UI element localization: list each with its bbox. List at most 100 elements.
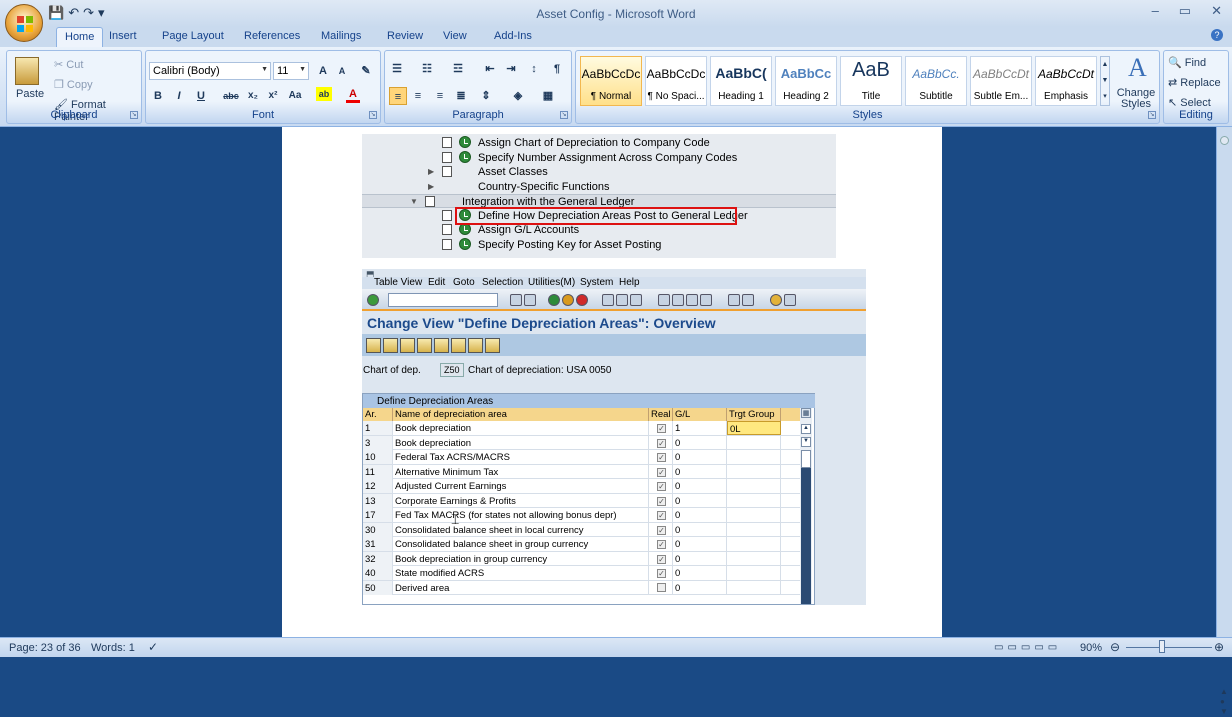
styles-scroll-icon[interactable]: ▲ ▼ ▾ xyxy=(1100,56,1110,106)
tab-view[interactable]: View xyxy=(443,29,467,43)
style-subtitle[interactable]: AaBbCc. Subtitle xyxy=(905,56,967,106)
copy-button[interactable]: ❐ Copy xyxy=(54,78,93,91)
tab-mailings[interactable]: Mailings xyxy=(321,29,361,43)
style-heading-2[interactable]: AaBbCc Heading 2 xyxy=(775,56,837,106)
select-button[interactable]: ↖ Select xyxy=(1168,96,1211,109)
cell-name: Book depreciation xyxy=(393,435,649,450)
borders-icon[interactable]: ▦ xyxy=(539,87,557,105)
tree-label: Specify Posting Key for Asset Posting xyxy=(478,239,662,251)
underline-icon[interactable]: U xyxy=(192,87,210,105)
bullets-icon[interactable]: ☰ xyxy=(388,60,406,78)
zoom-slider-handle[interactable] xyxy=(1159,640,1165,653)
cell-ar: 31 xyxy=(363,537,393,551)
prev-page-icon xyxy=(672,294,684,306)
real-checkbox: ✓ xyxy=(657,482,666,491)
show-formatting-icon[interactable]: ¶ xyxy=(548,60,566,78)
font-name-combo[interactable]: Calibri (Body) ▼ xyxy=(149,62,271,80)
ruler-toggle-icon[interactable] xyxy=(1220,136,1229,145)
page-count[interactable]: Page: 23 of 36 xyxy=(9,642,81,654)
cut-button[interactable]: ✂ Cut xyxy=(54,58,83,71)
word-count[interactable]: Words: 1 xyxy=(91,642,135,654)
view-buttons-icon[interactable]: ▭▭▭▭▭ xyxy=(994,642,1061,653)
scroll-up-icon: ▲ xyxy=(801,424,811,434)
tab-references[interactable]: References xyxy=(244,29,300,43)
highlight-icon[interactable]: ab xyxy=(316,87,332,101)
style-emphasis[interactable]: AaBbCcDt Emphasis xyxy=(1035,56,1097,106)
close-button[interactable]: ✕ xyxy=(1211,3,1222,19)
style-subtle-emphasis[interactable]: AaBbCcDt Subtle Em... xyxy=(970,56,1032,106)
paste-button[interactable]: Paste xyxy=(16,88,44,100)
expand-icon: ▶ xyxy=(428,167,435,176)
font-launcher-icon[interactable]: ↘ xyxy=(369,111,377,119)
minimize-button[interactable]: – xyxy=(1152,3,1159,19)
change-case-icon[interactable]: Aa xyxy=(286,87,304,105)
tab-insert[interactable]: Insert xyxy=(109,29,137,43)
clipboard-launcher-icon[interactable]: ↘ xyxy=(130,111,138,119)
zoom-level[interactable]: 90% xyxy=(1080,642,1102,654)
style-heading-1[interactable]: AaBbC(Heading 1 xyxy=(710,56,772,106)
sap-menu-selection: Selection xyxy=(482,277,524,288)
paragraph-launcher-icon[interactable]: ↘ xyxy=(560,111,568,119)
scroll-down-icon: ▼ xyxy=(801,437,811,447)
proofing-icon[interactable]: ✓ xyxy=(148,640,158,654)
find-icon xyxy=(616,294,628,306)
style-normal[interactable]: AaBbCcDc ¶ Normal xyxy=(580,56,642,106)
cell-gl: 0 xyxy=(673,537,727,551)
office-button[interactable] xyxy=(5,4,43,42)
real-checkbox: ✓ xyxy=(657,554,666,564)
numbering-icon[interactable]: ☷ xyxy=(418,60,436,78)
scroll-nav-icon[interactable]: ▲ ● ▼ xyxy=(1220,687,1228,717)
decrease-indent-icon[interactable]: ⇤ xyxy=(481,60,499,78)
italic-icon[interactable]: I xyxy=(170,87,188,105)
clear-formatting-icon[interactable]: ✎ xyxy=(357,62,375,80)
increase-indent-icon[interactable]: ⇥ xyxy=(502,60,520,78)
sap-menu-bar: Table View Edit Goto Selection Utilities… xyxy=(362,277,866,289)
justify-icon[interactable]: ≣ xyxy=(452,87,470,105)
line-spacing-icon[interactable]: ⇕ xyxy=(477,87,495,105)
change-styles-button[interactable]: Change Styles xyxy=(1116,88,1156,110)
zoom-in-icon[interactable]: ⊕ xyxy=(1214,640,1224,654)
sort-icon[interactable]: ↕ xyxy=(525,60,543,78)
align-right-icon[interactable]: ≡ xyxy=(431,87,449,105)
tab-add-ins[interactable]: Add-Ins xyxy=(494,29,532,43)
tab-page-layout[interactable]: Page Layout xyxy=(162,29,224,43)
grow-font-icon[interactable]: A xyxy=(314,62,332,80)
style-no-spacing[interactable]: AaBbCcDc ¶ No Spaci... xyxy=(645,56,707,106)
font-color-icon[interactable]: A xyxy=(346,87,360,103)
superscript-icon[interactable]: x² xyxy=(264,87,282,105)
font-size-combo[interactable]: 11 ▼ xyxy=(273,62,309,80)
tab-review[interactable]: Review xyxy=(387,29,423,43)
replace-button[interactable]: ⇄ Replace xyxy=(1168,76,1221,89)
command-field xyxy=(388,293,498,307)
execute-icon xyxy=(459,238,471,250)
tab-home[interactable]: Home xyxy=(56,27,104,48)
zoom-out-icon[interactable]: ⊖ xyxy=(1110,640,1120,654)
subscript-icon[interactable]: x₂ xyxy=(244,87,262,105)
align-left-icon[interactable]: ≡ xyxy=(389,87,407,105)
bold-icon[interactable]: B xyxy=(149,87,167,105)
cell-target-group xyxy=(727,537,781,551)
select-all-icon xyxy=(451,338,466,353)
shrink-font-icon[interactable]: A xyxy=(333,62,351,80)
vertical-scrollbar[interactable]: ▲ ● ▼ xyxy=(1216,127,1232,716)
sap-img-tree: Assign Chart of Depreciation to Company … xyxy=(362,134,836,258)
style-title[interactable]: AaB Title xyxy=(840,56,902,106)
shading-icon[interactable]: ◈ xyxy=(509,87,527,105)
document-icon xyxy=(442,152,452,163)
change-styles-icon[interactable]: A xyxy=(1128,53,1147,83)
real-checkbox: ✓ xyxy=(657,540,666,549)
restore-button[interactable]: ▭ xyxy=(1179,3,1191,19)
header-target-group: Trgt Group xyxy=(727,408,781,421)
align-center-icon[interactable]: ≡ xyxy=(409,87,427,105)
find-button[interactable]: 🔍 Find xyxy=(1168,56,1206,69)
multilevel-list-icon[interactable]: ☲ xyxy=(449,60,467,78)
chevron-down-icon: ▼ xyxy=(299,66,306,73)
styles-launcher-icon[interactable]: ↘ xyxy=(1148,111,1156,119)
paste-icon[interactable] xyxy=(15,57,39,85)
new-entries-icon xyxy=(400,338,415,353)
help-icon[interactable]: ? xyxy=(1211,29,1223,41)
cell-gl: 0 xyxy=(673,464,727,479)
document-icon xyxy=(442,224,452,235)
zoom-slider[interactable] xyxy=(1126,647,1212,648)
strikethrough-icon[interactable]: abc xyxy=(222,87,240,105)
